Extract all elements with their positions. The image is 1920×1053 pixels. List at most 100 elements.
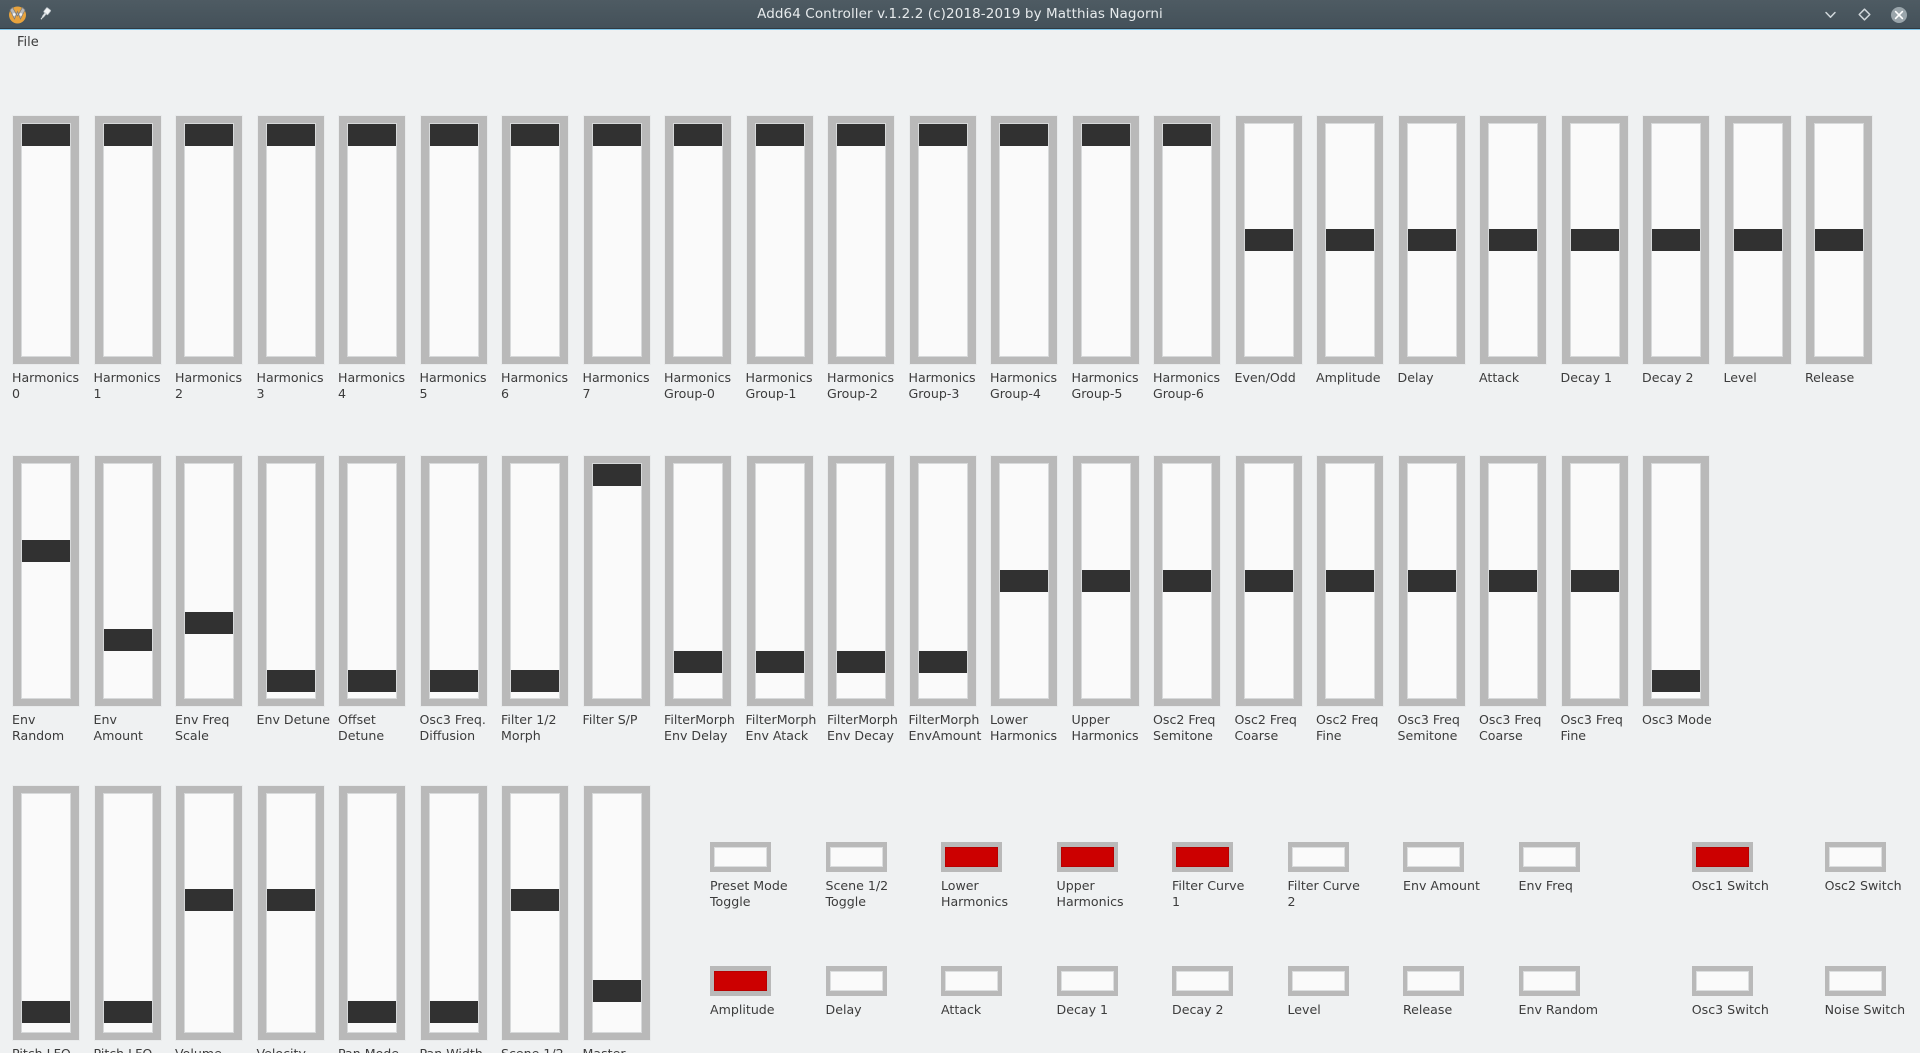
slider-track[interactable] <box>591 793 642 1033</box>
slider-track[interactable] <box>21 793 71 1033</box>
slider-track[interactable] <box>1080 463 1131 699</box>
slider-pan-mode[interactable]: Pan Mode <box>338 785 406 1053</box>
slider-filtermorph-envamount[interactable]: FilterMorph EnvAmount <box>908 455 981 743</box>
slider-handle[interactable] <box>918 651 967 673</box>
button-env-random[interactable]: Env Random <box>1518 966 1619 1018</box>
slider-env-amount[interactable]: Env Amount <box>93 455 162 743</box>
slider-filter-s-p[interactable]: Filter S/P <box>582 455 651 728</box>
slider-track[interactable] <box>510 123 560 357</box>
slider-handle[interactable] <box>511 124 559 146</box>
slider-osc3-freq-coarse[interactable]: Osc3 Freq Coarse <box>1479 455 1547 743</box>
slider-velocity-depth[interactable]: Velocity Depth <box>256 785 325 1053</box>
slider-track[interactable] <box>1162 123 1212 357</box>
slider-track[interactable] <box>265 793 316 1033</box>
slider-track[interactable] <box>1569 123 1620 357</box>
slider-track[interactable] <box>428 123 479 357</box>
slider-handle[interactable] <box>1326 229 1374 251</box>
slider-handle[interactable] <box>1815 229 1863 251</box>
slider-handle[interactable] <box>592 464 641 486</box>
slider-handle[interactable] <box>266 670 315 692</box>
slider-pan-width[interactable]: Pan Width <box>419 785 488 1053</box>
slider-osc3-freq-diffusion[interactable]: Osc3 Freq. Diffusion <box>419 455 488 743</box>
slider-track[interactable] <box>1651 123 1701 357</box>
slider-osc2-freq-coarse[interactable]: Osc2 Freq Coarse <box>1234 455 1303 743</box>
slider-track[interactable] <box>999 123 1049 357</box>
slider-handle[interactable] <box>348 124 396 146</box>
slider-volume-tracking[interactable]: Volume Tracking <box>175 785 243 1053</box>
button-osc3-switch[interactable]: Osc3 Switch <box>1691 966 1792 1018</box>
button-noise-switch[interactable]: Noise Switch <box>1824 966 1920 1018</box>
slider-harmonics-group-6[interactable]: Harmonics Group-6 <box>1153 115 1221 401</box>
slider-harmonics-0[interactable]: Harmonics 0 <box>12 115 80 401</box>
slider-handle[interactable] <box>429 124 478 146</box>
slider-track[interactable] <box>1243 123 1294 357</box>
button-upper-harmonics[interactable]: Upper Harmonics <box>1056 842 1157 910</box>
slider-harmonics-group-1[interactable]: Harmonics Group-1 <box>745 115 814 401</box>
slider-attack[interactable]: Attack <box>1479 115 1547 386</box>
slider-handle[interactable] <box>1326 570 1374 592</box>
slider-harmonics-group-3[interactable]: Harmonics Group-3 <box>908 115 977 401</box>
slider-track[interactable] <box>184 463 234 699</box>
slider-track[interactable] <box>347 463 397 699</box>
slider-osc3-freq-fine[interactable]: Osc3 Freq Fine <box>1560 455 1629 743</box>
button-attack[interactable]: Attack <box>941 966 1041 1018</box>
slider-handle[interactable] <box>1163 570 1211 592</box>
slider-track[interactable] <box>184 793 234 1033</box>
slider-handle[interactable] <box>1244 570 1293 592</box>
slider-handle[interactable] <box>22 124 70 146</box>
slider-handle[interactable] <box>1489 570 1537 592</box>
slider-track[interactable] <box>1325 123 1375 357</box>
slider-track[interactable] <box>754 463 805 699</box>
slider-track[interactable] <box>917 463 968 699</box>
slider-harmonics-group-2[interactable]: Harmonics Group-2 <box>827 115 895 401</box>
slider-env-random[interactable]: Env Random <box>12 455 80 743</box>
slider-handle[interactable] <box>185 124 233 146</box>
button-level[interactable]: Level <box>1287 966 1388 1018</box>
slider-offset-detune[interactable]: Offset Detune <box>338 455 406 743</box>
slider-track[interactable] <box>917 123 968 357</box>
slider-amplitude[interactable]: Amplitude <box>1316 115 1384 386</box>
slider-release[interactable]: Release <box>1805 115 1873 386</box>
slider-env-freq-scale[interactable]: Env Freq Scale <box>175 455 243 743</box>
slider-track[interactable] <box>1569 463 1620 699</box>
slider-handle[interactable] <box>185 612 233 634</box>
slider-track[interactable] <box>591 463 642 699</box>
slider-handle[interactable] <box>266 889 315 911</box>
slider-handle[interactable] <box>348 1001 396 1023</box>
button-scene-1-2-toggle[interactable]: Scene 1/2 Toggle <box>825 842 926 910</box>
slider-track[interactable] <box>1162 463 1212 699</box>
slider-handle[interactable] <box>755 651 804 673</box>
slider-harmonics-3[interactable]: Harmonics 3 <box>256 115 325 401</box>
slider-handle[interactable] <box>103 1001 152 1023</box>
slider-handle[interactable] <box>22 1001 70 1023</box>
slider-track[interactable] <box>21 123 71 357</box>
slider-track[interactable] <box>1080 123 1131 357</box>
slider-harmonics-group-4[interactable]: Harmonics Group-4 <box>990 115 1058 401</box>
slider-handle[interactable] <box>1652 670 1700 692</box>
slider-filtermorph-env-delay[interactable]: FilterMorph Env Delay <box>664 455 735 743</box>
slider-handle[interactable] <box>1489 229 1537 251</box>
slider-handle[interactable] <box>1407 570 1456 592</box>
button-lower-harmonics[interactable]: Lower Harmonics <box>941 842 1041 910</box>
slider-env-detune[interactable]: Env Detune <box>256 455 330 728</box>
slider-handle[interactable] <box>429 670 478 692</box>
slider-master-volume[interactable]: Master Volume <box>582 785 651 1053</box>
button-decay-2[interactable]: Decay 2 <box>1172 966 1272 1018</box>
slider-osc3-freq-semitone[interactable]: Osc3 Freq Semitone <box>1397 455 1466 743</box>
button-decay-1[interactable]: Decay 1 <box>1056 966 1157 1018</box>
slider-osc2-freq-semitone[interactable]: Osc2 Freq Semitone <box>1153 455 1221 743</box>
slider-upper-harmonics[interactable]: Upper Harmonics <box>1071 455 1140 743</box>
slider-track[interactable] <box>265 463 316 699</box>
slider-track[interactable] <box>510 793 560 1033</box>
slider-handle[interactable] <box>266 124 315 146</box>
slider-handle[interactable] <box>103 124 152 146</box>
slider-harmonics-6[interactable]: Harmonics 6 <box>501 115 569 401</box>
slider-track[interactable] <box>673 123 723 357</box>
slider-decay-1[interactable]: Decay 1 <box>1560 115 1629 386</box>
slider-filtermorph-env-atack[interactable]: FilterMorph Env Atack <box>745 455 816 743</box>
slider-handle[interactable] <box>185 889 233 911</box>
slider-track[interactable] <box>265 123 316 357</box>
maximize-button[interactable] <box>1856 6 1873 23</box>
slider-harmonics-2[interactable]: Harmonics 2 <box>175 115 243 401</box>
slider-track[interactable] <box>754 123 805 357</box>
